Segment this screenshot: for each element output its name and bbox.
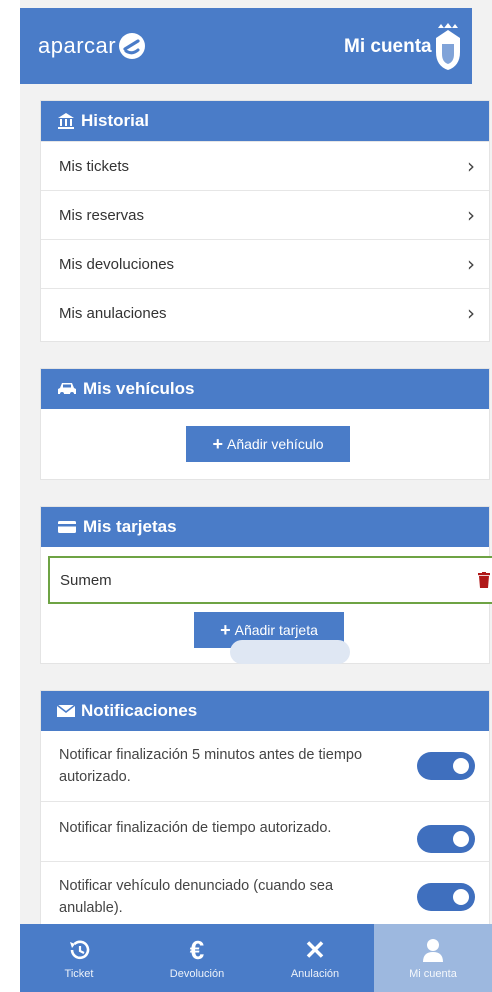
card-item-sumem[interactable]: Sumem bbox=[48, 556, 492, 604]
notification-row: Notificar finalización de tiempo autoriz… bbox=[41, 801, 489, 861]
historial-item-label: Mis tickets bbox=[59, 157, 130, 175]
historial-item-tickets[interactable]: Mis tickets › bbox=[41, 141, 489, 190]
historial-item-anulaciones[interactable]: Mis anulaciones › bbox=[41, 288, 489, 337]
tab-ticket[interactable]: Ticket bbox=[20, 924, 138, 992]
car-icon bbox=[58, 383, 76, 396]
notification-label: Notificar vehículo denunciado (cuando se… bbox=[59, 877, 334, 916]
notification-toggle[interactable] bbox=[417, 882, 475, 911]
user-icon bbox=[422, 936, 444, 964]
vehiculos-title: Mis vehículos bbox=[83, 379, 195, 398]
close-icon: ✕ bbox=[304, 934, 326, 965]
historial-item-label: Mis devoluciones bbox=[59, 255, 175, 273]
historial-item-label: Mis anulaciones bbox=[59, 304, 167, 322]
tab-label: Devolución bbox=[169, 968, 225, 980]
euro-icon: € bbox=[189, 934, 205, 965]
tab-label: Anulación bbox=[290, 968, 340, 980]
chevron-right-icon: › bbox=[467, 154, 475, 178]
tarjetas-title: Mis tarjetas bbox=[83, 517, 177, 536]
logo-e-icon bbox=[119, 33, 146, 59]
aparcar-logo: aparcar bbox=[38, 32, 146, 60]
historial-card: Historial Mis tickets › Mis reservas › M… bbox=[40, 100, 490, 342]
historial-item-label: Mis reservas bbox=[59, 206, 145, 224]
notification-toggle[interactable] bbox=[417, 752, 475, 780]
plus-icon: + bbox=[220, 619, 231, 640]
background-watermark bbox=[230, 640, 350, 664]
notification-label: Notificar finalización de tiempo autoriz… bbox=[59, 819, 332, 836]
tab-anulacion[interactable]: ✕ Anulación bbox=[256, 924, 374, 992]
vehiculos-header: Mis vehículos bbox=[41, 369, 489, 409]
tab-devolucion[interactable]: € Devolución bbox=[138, 924, 256, 992]
historial-item-reservas[interactable]: Mis reservas › bbox=[41, 190, 489, 239]
trash-icon[interactable] bbox=[478, 572, 490, 588]
notificaciones-title: Notificaciones bbox=[81, 701, 198, 720]
historial-title: Historial bbox=[81, 111, 150, 130]
notificaciones-card: Notificaciones Notificar finalización 5 … bbox=[40, 690, 490, 930]
app-screen: aparcar Mi cuenta Historial Mis tickets … bbox=[20, 0, 492, 992]
page-title: Mi cuenta bbox=[344, 36, 432, 57]
notification-label: Notificar finalización 5 minutos antes d… bbox=[59, 747, 363, 785]
envelope-icon bbox=[57, 704, 75, 717]
chevron-right-icon: › bbox=[467, 252, 475, 276]
notificaciones-header: Notificaciones bbox=[41, 691, 489, 731]
plus-icon: + bbox=[212, 433, 223, 454]
tab-mi-cuenta[interactable]: Mi cuenta bbox=[374, 924, 492, 992]
tab-label: Ticket bbox=[64, 968, 94, 980]
crest-icon bbox=[436, 23, 460, 70]
tab-label: Mi cuenta bbox=[409, 968, 457, 980]
historial-item-devoluciones[interactable]: Mis devoluciones › bbox=[41, 239, 489, 288]
notification-row: Notificar vehículo denunciado (cuando se… bbox=[41, 861, 489, 931]
notification-toggle[interactable] bbox=[417, 824, 475, 853]
add-card-label: Añadir tarjeta bbox=[234, 622, 318, 638]
notification-row: Notificar finalización 5 minutos antes d… bbox=[41, 731, 489, 801]
add-vehicle-label: Añadir vehículo bbox=[227, 436, 324, 452]
historial-header: Historial bbox=[41, 101, 489, 141]
bottom-tab-bar: Ticket € Devolución ✕ Anulación Mi cuent… bbox=[20, 924, 492, 992]
add-vehicle-button[interactable]: + Añadir vehículo bbox=[186, 426, 350, 462]
bank-icon bbox=[58, 113, 74, 129]
history-icon bbox=[66, 936, 92, 964]
chevron-right-icon: › bbox=[467, 203, 475, 227]
vehiculos-card: Mis vehículos bbox=[40, 368, 490, 480]
logo-text: aparcar bbox=[38, 33, 117, 58]
credit-card-icon bbox=[58, 521, 76, 533]
card-name: Sumem bbox=[60, 571, 112, 589]
top-bar: aparcar Mi cuenta bbox=[20, 8, 472, 84]
chevron-right-icon: › bbox=[467, 301, 475, 325]
tarjetas-header: Mis tarjetas bbox=[41, 507, 489, 547]
